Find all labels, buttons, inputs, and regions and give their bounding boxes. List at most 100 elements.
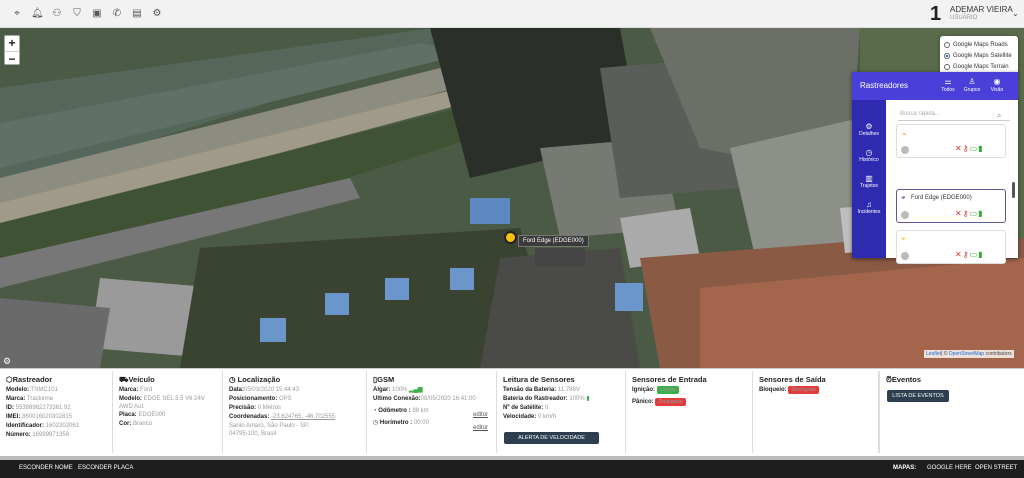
battery-icon: ▭ (969, 250, 979, 259)
layer-terrain[interactable]: Google Maps Terrain (944, 61, 1014, 72)
eye-icon: ◉ (993, 77, 1001, 86)
info-sensores: Leitura de Sensores Tensão da Bateria: 1… (497, 371, 626, 453)
gear-icon[interactable]: ⚙ (151, 8, 163, 20)
tracker-item[interactable]: ⌖ ✕⚷▭▮ (896, 230, 1006, 264)
status-dot (901, 252, 909, 260)
side-item-trajetos[interactable]: ▥ Trajetos (852, 170, 886, 196)
chevron-down-icon[interactable]: ⌄ (1012, 9, 1019, 18)
map-here-button[interactable]: HERE (955, 465, 972, 471)
close-icon[interactable]: ✕ (955, 144, 963, 153)
horimetro-editor-link[interactable]: editor (473, 424, 488, 433)
veiculo-title: ⛟Veículo (119, 375, 155, 384)
tracker-item[interactable]: ⌄ ✕⚷▭▮ (896, 124, 1006, 158)
panic-status-badge: Desligado (655, 398, 686, 406)
layer-satellite[interactable]: Google Maps Satellite (944, 50, 1014, 61)
localizacao-title: ◷ Localização (229, 375, 281, 384)
radio-terrain[interactable] (944, 63, 950, 70)
info-entrada: Sensores de Entrada Ignição: Ligado Pâni… (626, 371, 753, 453)
info-veiculo: ⛟Veículo Marca: Ford Modelo: EDGE SEL 3.… (113, 371, 223, 453)
gsm-title: ▯GSM (373, 375, 395, 384)
tracker-list-scrollbar[interactable] (1012, 182, 1015, 198)
side-item-detalhes[interactable]: ⚙ Detalhes (852, 118, 886, 144)
hide-name-button[interactable]: ESCONDER NOME (19, 465, 73, 471)
ignition-status-badge: Ligado (656, 386, 680, 394)
side-item-historico[interactable]: ◷ Histórico (852, 144, 886, 170)
close-icon[interactable]: ✕ (955, 250, 963, 259)
radio-roads[interactable] (944, 41, 950, 48)
top-bar: ⌖ 🔔︎ ⚇ ⛉ ▣ ✆ ▤ ⚙ 1 ADEMAR VIEIRA USUÁRIO… (0, 0, 1024, 28)
user-icon: ♙ (968, 77, 976, 86)
gear-icon[interactable]: ⚙ (3, 356, 11, 367)
vehicle-marker[interactable] (504, 231, 517, 244)
user-name[interactable]: ADEMAR VIEIRA (950, 5, 1013, 14)
clock-icon: ◷ (229, 375, 236, 384)
contact-card-icon[interactable]: ▣ (91, 8, 103, 20)
tracker-actions: ✕⚷▭▮ (955, 250, 984, 259)
battery-icon: ▭ (969, 209, 979, 218)
zoom-control: + − (4, 35, 20, 66)
search-icon[interactable]: ⌕ (997, 111, 1001, 121)
block-status-badge: Desligado (788, 386, 819, 394)
map-icon: ▥ (865, 174, 873, 183)
clock-icon: ◷ (865, 148, 873, 157)
info-rastreador: ⬡Rastreador Modelo: TNMC101 Marca: Track… (0, 371, 113, 453)
map-osm-button[interactable]: OPEN STREET (975, 465, 1017, 471)
map-pin-icon: ⌖ (901, 234, 906, 243)
zoom-out-button[interactable]: − (5, 51, 19, 66)
chart-icon[interactable]: ▤ (131, 8, 143, 20)
trackers-panel-title: Rastreadores (860, 81, 909, 90)
tracker-actions: ✕⚷▭▮ (955, 144, 984, 153)
shield-icon[interactable]: ⛉ (71, 8, 83, 20)
tracker-search-input[interactable]: Busca rápida... (898, 107, 1010, 121)
side-item-incidentes[interactable]: ♫ Incidentes (852, 196, 886, 222)
trackers-panel: Rastreadores ⚌ Todos ♙ Grupos ◉ Visão ⚙ Deta… (852, 72, 1018, 264)
gear-icon: ⚙ (865, 122, 873, 131)
info-localizacao: ◷ Localização Data:05/03/2020 15:44:43 P… (223, 371, 367, 453)
event-list-button[interactable]: LISTA DE EVENTOS (887, 390, 949, 402)
gauge-icon: ◔ (373, 408, 377, 414)
vehicle-info-panel: ⬡Rastreador Modelo: TNMC101 Marca: Track… (0, 368, 1024, 456)
lock-icon[interactable]: ▮ (978, 144, 983, 153)
map-attribution: Leaflet| © OpenStreetMap contributors (924, 350, 1014, 358)
filter-all-button[interactable]: ⚌ Todos (938, 77, 958, 93)
hide-plate-button[interactable]: ESCONDER PLACA (78, 465, 133, 471)
status-dot (901, 211, 909, 219)
bell-icon[interactable]: 🔔︎ (31, 8, 44, 20)
map-pin-icon[interactable]: ⌖ (11, 8, 23, 20)
radio-satellite[interactable] (944, 52, 950, 59)
footer-bar: ESCONDER NOME ESCONDER PLACA MAPAS: GOOG… (0, 460, 1024, 478)
phone-icon[interactable]: ✆ (111, 8, 123, 20)
key-icon[interactable]: ⚷ (963, 209, 970, 218)
osm-link[interactable]: OpenStreetMap (949, 351, 984, 357)
leaflet-link[interactable]: Leaflet (926, 351, 941, 357)
odometro-editor-link[interactable]: editor (473, 411, 488, 420)
close-icon[interactable]: ✕ (955, 209, 963, 218)
key-icon[interactable]: ⚷ (963, 144, 970, 153)
zoom-in-button[interactable]: + (5, 36, 19, 51)
status-dot (901, 146, 909, 154)
key-icon[interactable]: ⚷ (963, 250, 970, 259)
vehicle-marker-label[interactable]: Ford Edge (EDGE000) (518, 235, 589, 247)
info-gsm: ▯GSM Algar: 100% ▂▄▆ Último Conexão:08/0… (367, 371, 497, 453)
entrada-title: Sensores de Entrada (632, 375, 707, 384)
trackers-side-menu: ⚙ Detalhes ◷ Histórico ▥ Trajetos ♫ Incident… (852, 100, 886, 258)
eventos-title: ⏰︎Eventos (886, 375, 922, 384)
map-google-button[interactable]: GOOGLE (927, 465, 953, 471)
speed-alert-button[interactable]: ALERTA DE VELOCIDADE (504, 432, 599, 444)
layer-roads[interactable]: Google Maps Roads (944, 39, 1014, 50)
lock-icon[interactable]: ▮ (978, 209, 983, 218)
rastreador-title: ⬡Rastreador (6, 375, 53, 384)
filter-groups-button[interactable]: ♙ Grupos (962, 77, 982, 93)
bell-icon: ♫ (866, 200, 872, 209)
battery-icon: ▭ (969, 144, 979, 153)
map-pin-icon: ⌖ (901, 193, 906, 202)
user-role: USUÁRIO (950, 15, 978, 21)
lock-icon[interactable]: ▮ (978, 250, 983, 259)
filter-view-button[interactable]: ◉ Visão (987, 77, 1007, 93)
map-view[interactable]: + − Google Maps Roads Google Maps Satell… (0, 28, 1024, 368)
saida-title: Sensores de Saída (759, 375, 826, 384)
tracker-item[interactable]: ⌖ Ford Edge (EDGE000) ✕⚷▭▮ (896, 189, 1006, 223)
coordinates-link[interactable]: -23.624765, -46.702555 (271, 414, 335, 420)
users-icon[interactable]: ⚇ (51, 8, 63, 20)
battery-icon: ▮ (586, 396, 590, 402)
